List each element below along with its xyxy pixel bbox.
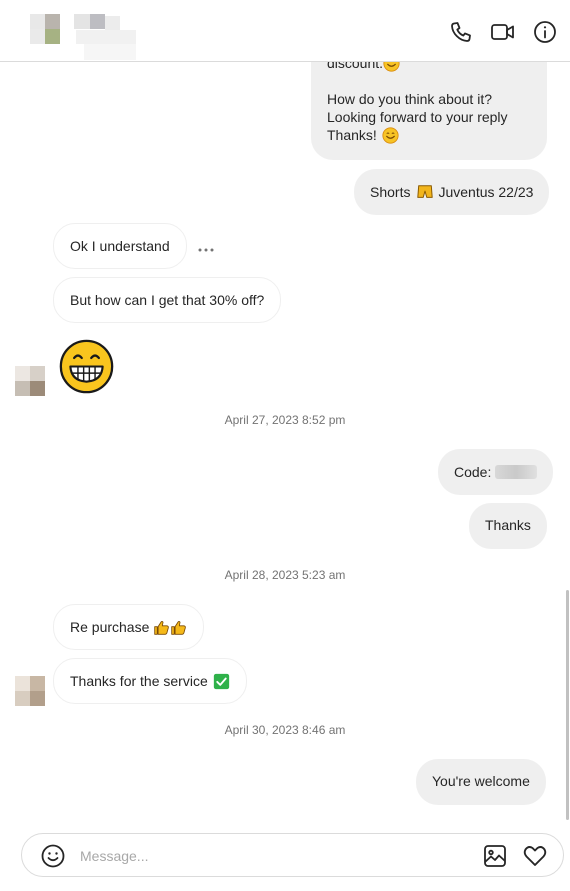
check-mark-emoji-icon [213, 673, 229, 689]
image-upload-icon[interactable] [482, 843, 508, 869]
sender-avatar[interactable] [15, 366, 45, 396]
heart-icon[interactable] [522, 843, 548, 869]
message-text: Thanks [485, 517, 531, 533]
scrollbar-thumb[interactable] [566, 590, 569, 820]
shorts-emoji-icon [417, 185, 434, 198]
thumbs-up-emoji-icon [171, 620, 187, 635]
message-composer [21, 833, 564, 877]
message-timestamp: April 30, 2023 8:46 am [224, 723, 346, 737]
outgoing-message[interactable]: Thanks [469, 503, 547, 549]
thumbs-up-emoji-icon [154, 620, 170, 635]
phone-icon[interactable] [448, 19, 474, 45]
message-text: Shorts [370, 184, 411, 200]
sender-avatar[interactable] [15, 676, 45, 706]
outgoing-message[interactable]: You're welcome [416, 759, 546, 805]
message-text: Re purchase [70, 619, 150, 635]
message-timestamp: April 27, 2023 8:52 pm [224, 413, 346, 427]
contact-avatar[interactable] [30, 14, 60, 44]
message-text: Juventus 22/23 [438, 184, 534, 200]
scrollbar[interactable] [566, 62, 570, 820]
outgoing-message[interactable]: Code: [438, 449, 554, 495]
smile-emoji-icon [383, 62, 400, 72]
video-call-icon[interactable] [490, 19, 516, 45]
emoji-picker-icon[interactable] [40, 843, 66, 869]
more-options-icon[interactable] [197, 240, 217, 258]
message-input[interactable] [80, 844, 470, 868]
message-text: But how can I get that 30% off? [70, 292, 265, 308]
incoming-message[interactable]: Ok I understand [53, 223, 187, 269]
contact-name[interactable] [74, 14, 136, 60]
chat-header [0, 0, 570, 62]
outgoing-message[interactable]: Shorts Juventus 22/23 [354, 169, 550, 215]
message-text: You're welcome [432, 773, 530, 789]
message-text-line: How do you think about it? [327, 91, 492, 107]
smile-emoji-icon [382, 126, 399, 144]
incoming-message[interactable]: Re purchase [53, 604, 205, 650]
outgoing-message[interactable]: discount. How do you think about it? Loo… [311, 62, 547, 160]
incoming-message[interactable]: But how can I get that 30% off? [53, 277, 282, 323]
message-text-line: Looking forward to your reply [327, 109, 508, 125]
message-text-line: Thanks! [327, 127, 377, 143]
message-text: Thanks for the service [70, 673, 208, 689]
message-text: Ok I understand [70, 238, 170, 254]
message-timestamp: April 28, 2023 5:23 am [224, 568, 346, 582]
info-icon[interactable] [532, 19, 558, 45]
message-thread[interactable]: discount. How do you think about it? Loo… [0, 62, 564, 820]
grinning-emoji-icon[interactable] [58, 338, 115, 395]
message-text: Code: [454, 464, 492, 480]
redacted-code [495, 465, 538, 479]
incoming-message[interactable]: Thanks for the service [53, 658, 247, 704]
message-text-line: discount. [327, 62, 384, 71]
